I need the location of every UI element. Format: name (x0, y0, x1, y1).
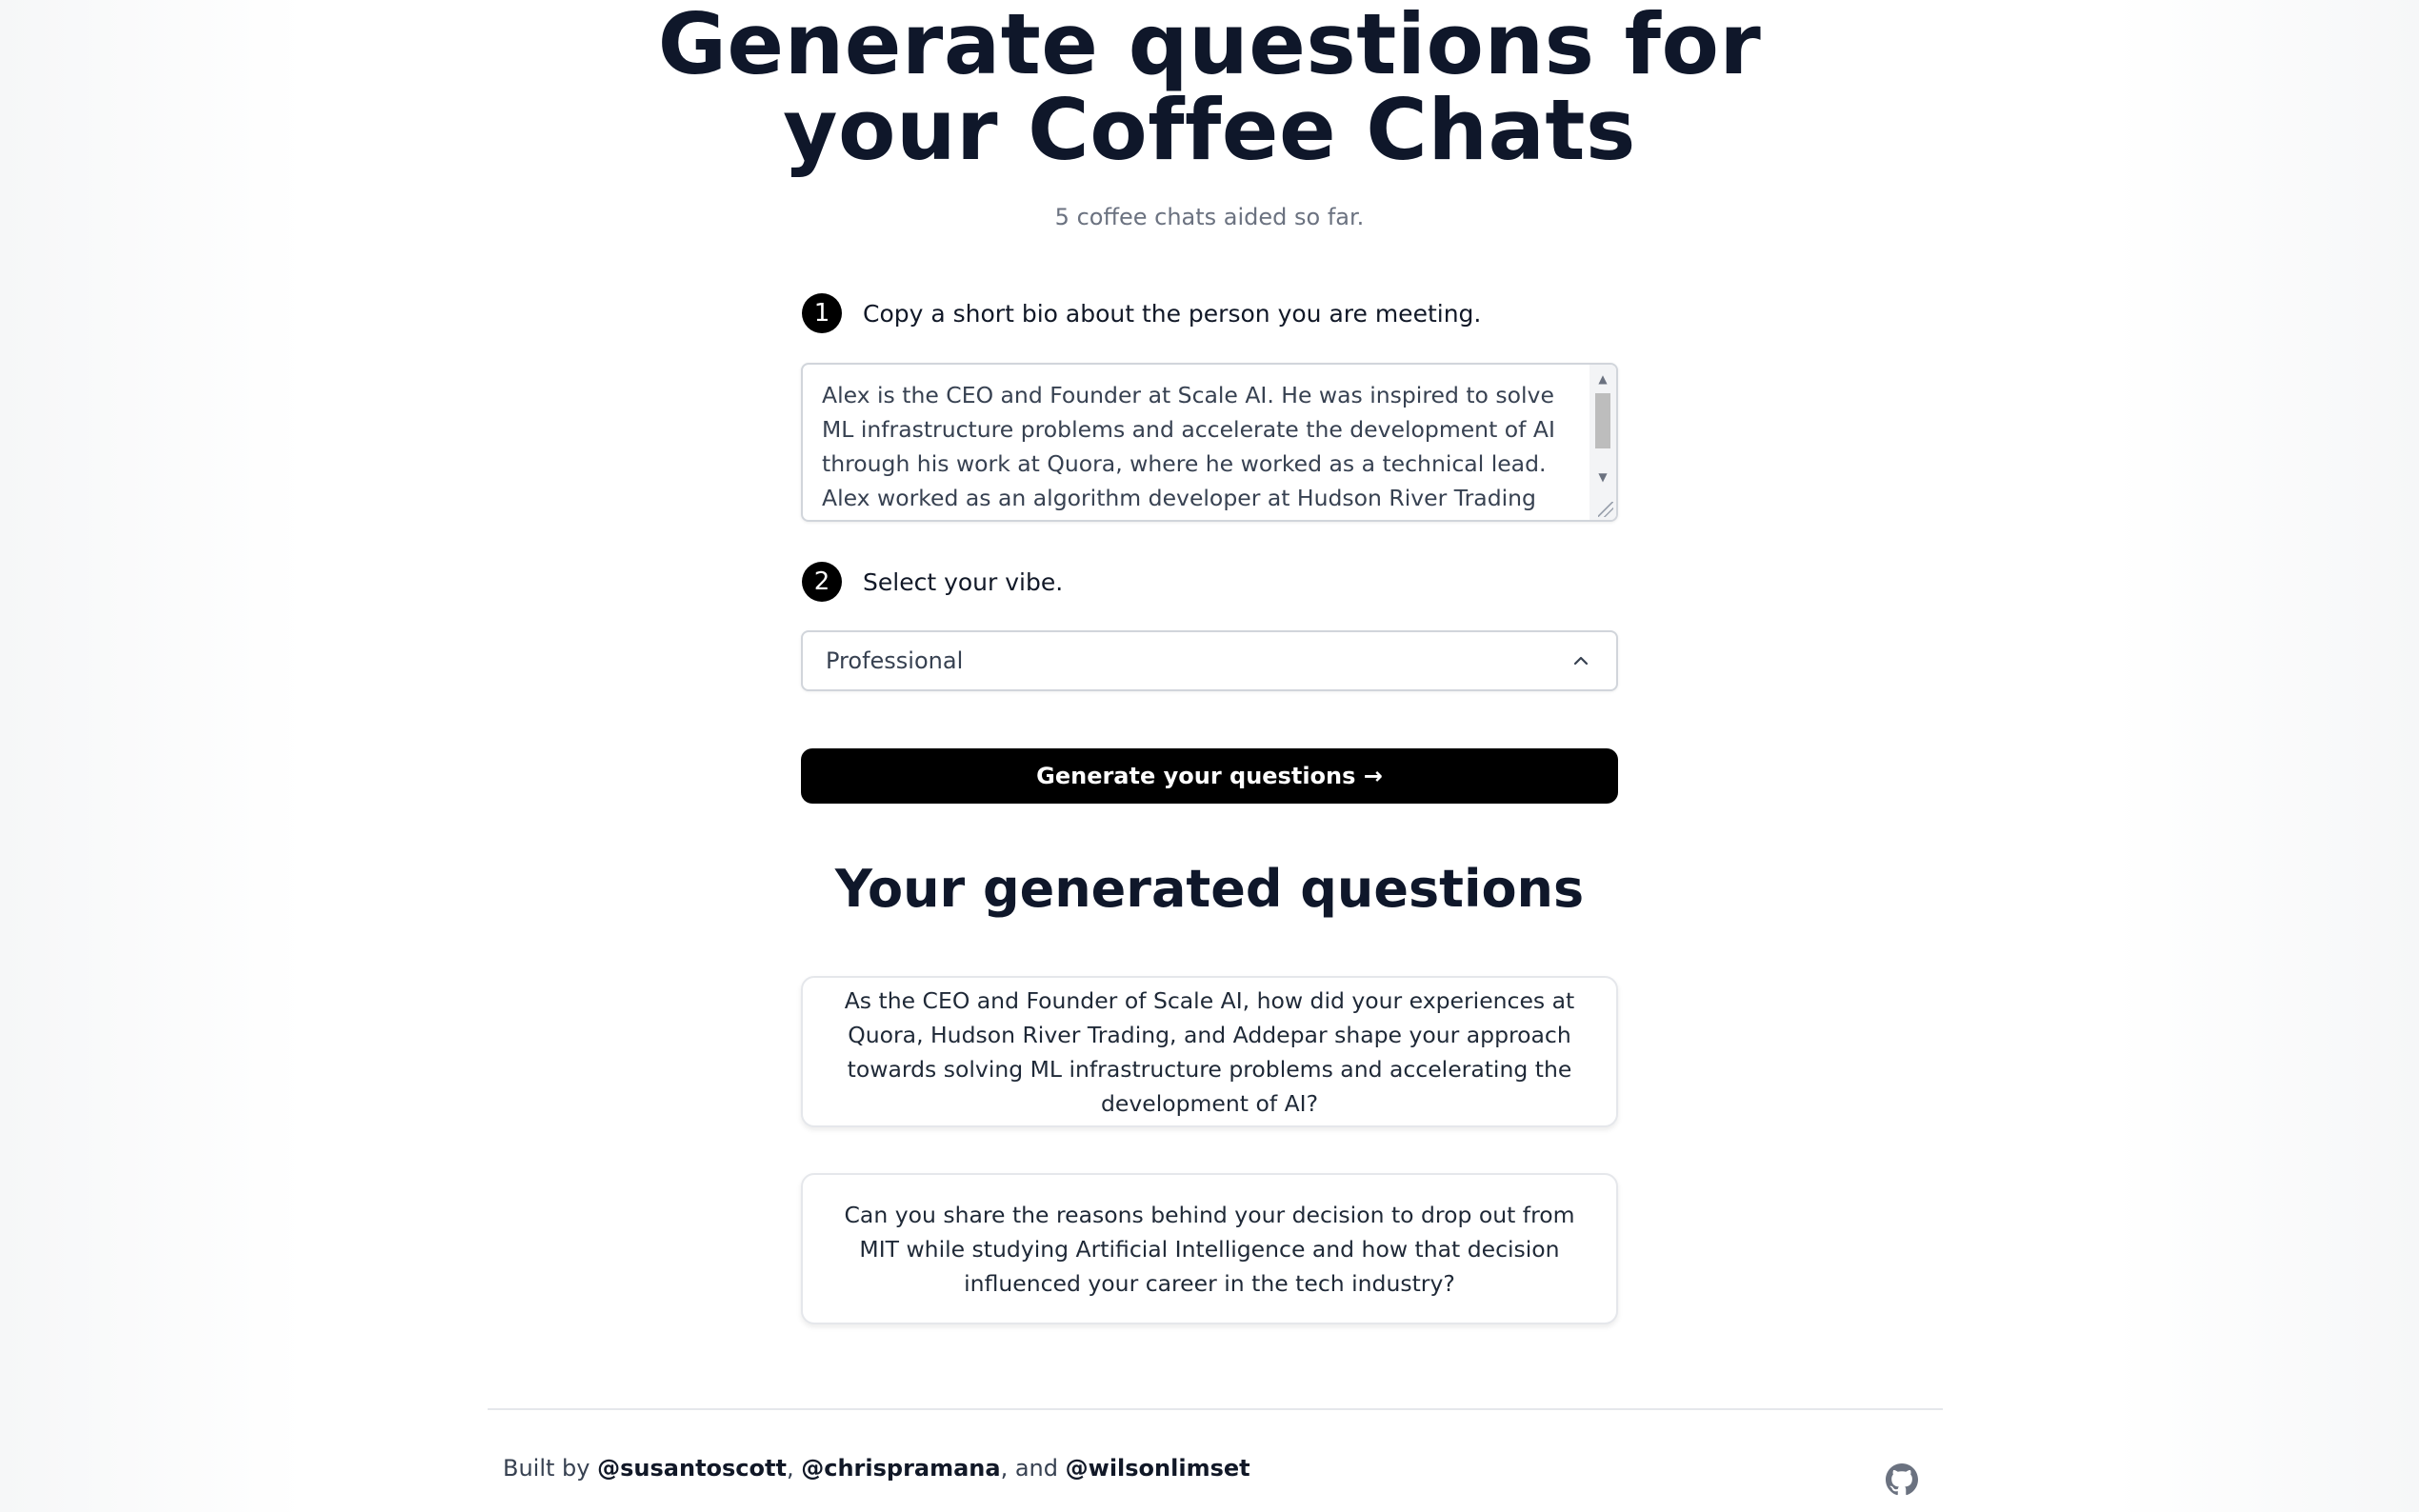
step-1-number: 1 (802, 293, 842, 333)
vibe-select-value: Professional (826, 647, 964, 674)
bio-textarea[interactable]: Alex is the CEO and Founder at Scale AI.… (801, 363, 1618, 522)
bio-scrollbar[interactable]: ▲ ▼ (1589, 365, 1616, 520)
step-2-number: 2 (802, 562, 842, 602)
github-icon[interactable] (1886, 1463, 1918, 1496)
footer-credits: Built by @susantoscott, @chrispramana, a… (503, 1455, 1250, 1482)
footer-separator: , and (1000, 1455, 1066, 1482)
author-link-susantoscott[interactable]: @susantoscott (597, 1455, 787, 1482)
step-2: 2 Select your vibe. (802, 562, 1754, 602)
author-link-chrispramana[interactable]: @chrispramana (801, 1455, 1000, 1482)
question-card[interactable]: As the CEO and Founder of Scale AI, how … (801, 976, 1618, 1127)
results-heading: Your generated questions (834, 859, 1585, 919)
question-card[interactable]: Can you share the reasons behind your de… (801, 1173, 1618, 1324)
step-2-label: Select your vibe. (863, 567, 1064, 596)
footer-divider (488, 1408, 1943, 1410)
scroll-up-arrow-icon[interactable]: ▲ (1589, 368, 1616, 389)
chats-counter: 5 coffee chats aided so far. (1054, 204, 1365, 230)
resize-grip-icon[interactable] (1598, 502, 1613, 517)
generate-questions-button[interactable]: Generate your questions → (801, 748, 1618, 804)
step-1-label: Copy a short bio about the person you ar… (863, 299, 1482, 328)
scroll-down-arrow-icon[interactable]: ▼ (1589, 467, 1616, 487)
footer-built-by: Built by (503, 1455, 598, 1482)
page-title-line-2: your Coffee Chats (783, 81, 1636, 179)
author-link-wilsonlimset[interactable]: @wilsonlimset (1066, 1455, 1250, 1482)
scroll-thumb[interactable] (1595, 393, 1610, 448)
chevron-up-icon (1569, 648, 1593, 673)
footer-separator: , (786, 1455, 802, 1482)
step-1: 1 Copy a short bio about the person you … (802, 293, 1754, 333)
main-container: Generate questions for your Coffee Chats… (476, 0, 1943, 1512)
bio-textarea-value[interactable]: Alex is the CEO and Founder at Scale AI.… (822, 378, 1574, 520)
vibe-select[interactable]: Professional (801, 630, 1618, 691)
page-title: Generate questions for your Coffee Chats (476, 2, 1943, 173)
page-title-line-1: Generate questions for (657, 0, 1762, 93)
